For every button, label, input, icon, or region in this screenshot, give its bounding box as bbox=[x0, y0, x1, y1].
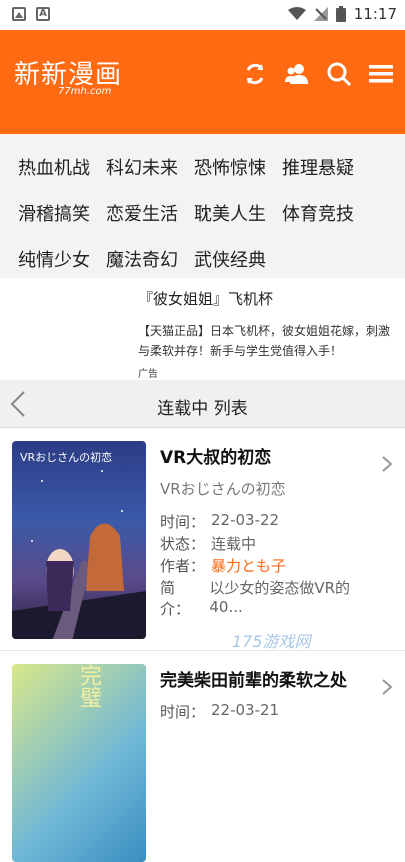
chevron-right-icon[interactable] bbox=[381, 678, 393, 696]
category-wuxia[interactable]: 武侠经典 bbox=[194, 246, 266, 272]
intro-text: 以少女的姿态做VR的40... bbox=[209, 579, 351, 616]
category-horror[interactable]: 恐怖惊悚 bbox=[194, 154, 266, 180]
comic-subtitle: VRおじさんの初恋 bbox=[160, 480, 286, 498]
cover-art bbox=[12, 470, 146, 639]
category-mystery[interactable]: 推理悬疑 bbox=[282, 154, 354, 180]
app-header: 新新漫画 77mh.com bbox=[0, 30, 405, 134]
comic-title: VR大叔的初恋 bbox=[160, 448, 272, 468]
refresh-icon[interactable] bbox=[241, 60, 269, 88]
search-icon[interactable] bbox=[325, 60, 353, 88]
image-notification-icon bbox=[12, 7, 26, 21]
category-row: 纯情少女 魔法奇幻 武侠经典 bbox=[18, 236, 405, 282]
category-comedy[interactable]: 滑稽搞笑 bbox=[18, 200, 90, 226]
status-bar: A 11:17 bbox=[0, 0, 405, 30]
category-fantasy[interactable]: 魔法奇幻 bbox=[106, 246, 178, 272]
author-link[interactable]: 暴力とも子 bbox=[211, 555, 286, 577]
list-item[interactable]: VRおじさんの初恋 VR大叔的初恋 VRおじさんの初恋 时间： 22-03-22 … bbox=[0, 429, 405, 651]
comic-cover[interactable]: 完璧 bbox=[12, 664, 146, 862]
category-grid: 热血机战 科幻未来 恐怖惊悚 推理悬疑 滑稽搞笑 恋爱生活 耽美人生 体育竞技 … bbox=[0, 134, 405, 278]
category-row: 热血机战 科幻未来 恐怖惊悚 推理悬疑 bbox=[18, 144, 405, 190]
cover-title: 完璧 bbox=[76, 664, 101, 708]
cover-title: VRおじさんの初恋 bbox=[20, 451, 113, 464]
category-romance[interactable]: 恋爱生活 bbox=[106, 200, 178, 226]
ad-banner[interactable]: 『彼女姐姐』飞机杯 【天猫正品】日本飞机杯，彼女姐姐花嫁，刺激与柔软并存！新手与… bbox=[0, 278, 405, 380]
logo-domain: 77mh.com bbox=[58, 86, 112, 97]
time-label: 时间： bbox=[160, 513, 206, 531]
clock: 11:17 bbox=[353, 5, 397, 23]
text-notification-icon: A bbox=[36, 7, 50, 21]
category-sci-fi[interactable]: 科幻未来 bbox=[106, 154, 178, 180]
ad-title: 『彼女姐姐』飞机杯 bbox=[138, 290, 274, 308]
battery-icon bbox=[335, 6, 346, 22]
user-icon[interactable] bbox=[283, 60, 311, 88]
menu-icon[interactable] bbox=[367, 60, 395, 88]
serial-status: 连载中 bbox=[211, 535, 257, 553]
no-signal-icon bbox=[313, 7, 328, 21]
watermark: 175游戏网 bbox=[232, 632, 311, 651]
intro-label: 简介： bbox=[160, 579, 191, 618]
comic-cover[interactable]: VRおじさんの初恋 bbox=[12, 441, 146, 639]
update-time: 22-03-22 bbox=[211, 511, 280, 529]
status-label: 状态： bbox=[160, 535, 206, 553]
category-bl[interactable]: 耽美人生 bbox=[194, 200, 266, 226]
ad-label: 广告 bbox=[138, 369, 158, 380]
author-label: 作者： bbox=[160, 557, 206, 575]
chevron-right-icon[interactable] bbox=[381, 455, 393, 473]
site-logo[interactable]: 新新漫画 77mh.com bbox=[14, 54, 122, 97]
category-hot-blood[interactable]: 热血机战 bbox=[18, 154, 90, 180]
list-title: 连载中 列表 bbox=[157, 399, 248, 419]
wifi-icon bbox=[287, 7, 306, 20]
comic-title: 完美柴田前辈的柔软之处 bbox=[160, 671, 347, 691]
category-sports[interactable]: 体育竞技 bbox=[282, 200, 354, 226]
category-row: 滑稽搞笑 恋爱生活 耽美人生 体育竞技 bbox=[18, 190, 405, 236]
category-shoujo[interactable]: 纯情少女 bbox=[18, 246, 90, 272]
list-header-bar: 连载中 列表 bbox=[0, 380, 405, 428]
list-item[interactable]: 完璧 完美柴田前辈的柔软之处 时间： 22-03-21 bbox=[0, 652, 405, 862]
ad-description: 【天猫正品】日本飞机杯，彼女姐姐花嫁，刺激与柔软并存！新手与学生党值得入手！ bbox=[138, 324, 391, 358]
